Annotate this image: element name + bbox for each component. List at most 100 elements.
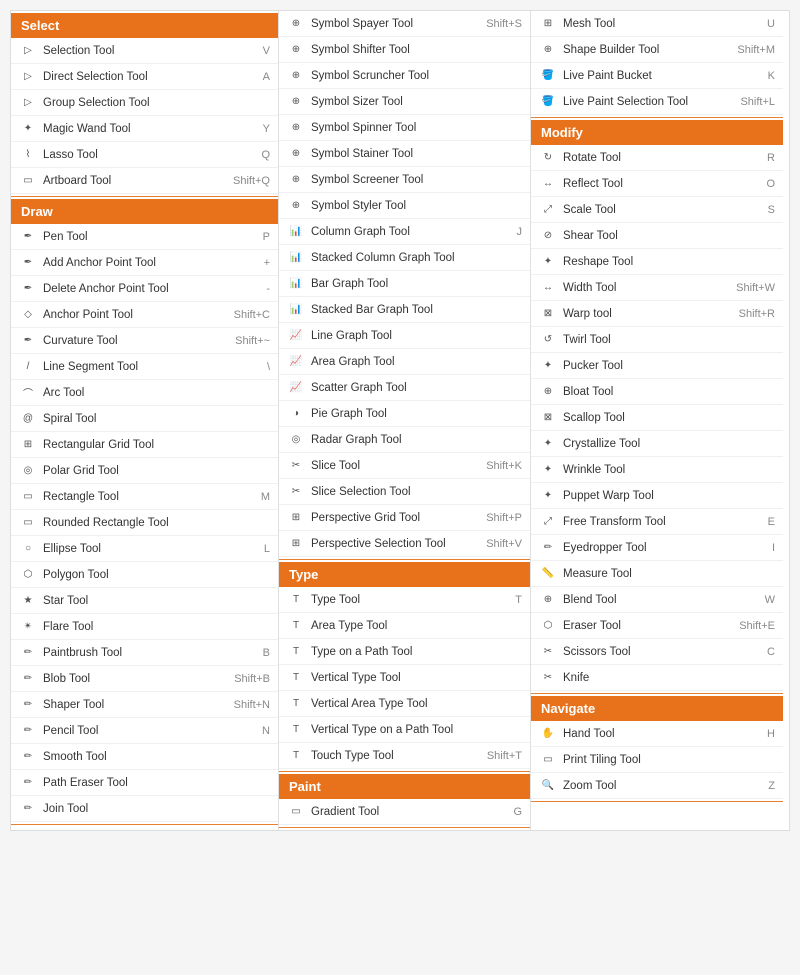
tool-item[interactable]: TVertical Type on a Path Tool (279, 717, 530, 743)
tool-item[interactable]: ▭Rectangle ToolM (11, 484, 278, 510)
tool-item[interactable]: ✋Hand ToolH (531, 721, 783, 747)
tool-item[interactable]: ⊕Symbol Styler Tool (279, 193, 530, 219)
tool-item[interactable]: ○Ellipse ToolL (11, 536, 278, 562)
tool-item[interactable]: ✏Blob ToolShift+B (11, 666, 278, 692)
tool-item[interactable]: ▭Gradient ToolG (279, 799, 530, 825)
tool-item[interactable]: ⊕Symbol Shifter Tool (279, 37, 530, 63)
tool-item[interactable]: TArea Type Tool (279, 613, 530, 639)
tool-item[interactable]: ⊠Scallop Tool (531, 405, 783, 431)
tool-item[interactable]: ▭Rounded Rectangle Tool (11, 510, 278, 536)
tool-item[interactable]: ✏Paintbrush ToolB (11, 640, 278, 666)
tool-item[interactable]: ⊘Shear Tool (531, 223, 783, 249)
tool-shortcut: E (768, 516, 775, 528)
tool-item[interactable]: ✂Slice Selection Tool (279, 479, 530, 505)
tool-item[interactable]: ⊕Symbol Stainer Tool (279, 141, 530, 167)
tool-item[interactable]: 📏Measure Tool (531, 561, 783, 587)
tool-item[interactable]: ✒Delete Anchor Point Tool- (11, 276, 278, 302)
tool-shortcut: M (261, 491, 270, 503)
tool-shortcut: Shift+S (486, 18, 522, 30)
tool-item[interactable]: ▷Group Selection Tool (11, 90, 278, 116)
tool-item[interactable]: ✏Pencil ToolN (11, 718, 278, 744)
tool-name: Column Graph Tool (311, 226, 513, 238)
tool-item[interactable]: @Spiral Tool (11, 406, 278, 432)
tool-item[interactable]: ⊕Symbol Scruncher Tool (279, 63, 530, 89)
tool-item[interactable]: ⊕Shape Builder ToolShift+M (531, 37, 783, 63)
tool-item[interactable]: ⊞Perspective Grid ToolShift+P (279, 505, 530, 531)
tool-item[interactable]: ◎Radar Graph Tool (279, 427, 530, 453)
tool-icon: ↻ (539, 149, 557, 167)
tool-item[interactable]: ⊠Warp toolShift+R (531, 301, 783, 327)
tool-item[interactable]: TVertical Type Tool (279, 665, 530, 691)
tool-item[interactable]: ◑Pie Graph Tool (279, 401, 530, 427)
tool-shortcut: Shift+R (739, 308, 775, 320)
tool-item[interactable]: 📈Line Graph Tool (279, 323, 530, 349)
tool-item[interactable]: ✏Path Eraser Tool (11, 770, 278, 796)
tool-item[interactable]: 🪣Live Paint BucketK (531, 63, 783, 89)
tool-item[interactable]: 📊Bar Graph Tool (279, 271, 530, 297)
tool-name: Pucker Tool (563, 360, 775, 372)
tool-item[interactable]: ⊕Symbol Spinner Tool (279, 115, 530, 141)
tool-shortcut: U (767, 18, 775, 30)
tool-item[interactable]: ▷Selection ToolV (11, 38, 278, 64)
tool-item[interactable]: ⊞Mesh ToolU (531, 11, 783, 37)
tool-item[interactable]: ⌒Arc Tool (11, 380, 278, 406)
tool-item[interactable]: ✦Wrinkle Tool (531, 457, 783, 483)
tool-item[interactable]: ↺Twirl Tool (531, 327, 783, 353)
tool-item[interactable]: ★Star Tool (11, 588, 278, 614)
tool-item[interactable]: ✒Add Anchor Point Tool+ (11, 250, 278, 276)
tool-item[interactable]: TVertical Area Type Tool (279, 691, 530, 717)
tool-item[interactable]: ↻Rotate ToolR (531, 145, 783, 171)
tool-item[interactable]: ◇Anchor Point ToolShift+C (11, 302, 278, 328)
tool-item[interactable]: ⊕Symbol Screener Tool (279, 167, 530, 193)
tool-item[interactable]: ✦Reshape Tool (531, 249, 783, 275)
tool-item[interactable]: ✂Slice ToolShift+K (279, 453, 530, 479)
tool-item[interactable]: ⊞Perspective Selection ToolShift+V (279, 531, 530, 557)
tool-item[interactable]: ✂Scissors ToolC (531, 639, 783, 665)
tool-item[interactable]: ▷Direct Selection ToolA (11, 64, 278, 90)
tool-item[interactable]: /Line Segment Tool\ (11, 354, 278, 380)
tool-item[interactable]: 🪣Live Paint Selection ToolShift+L (531, 89, 783, 115)
tool-item[interactable]: ⬡Eraser ToolShift+E (531, 613, 783, 639)
tool-item[interactable]: ✴Flare Tool (11, 614, 278, 640)
tool-item[interactable]: ✦Crystallize Tool (531, 431, 783, 457)
tool-item[interactable]: ✏Smooth Tool (11, 744, 278, 770)
tool-item[interactable]: 📊Stacked Column Graph Tool (279, 245, 530, 271)
tool-name: Vertical Type Tool (311, 672, 522, 684)
tool-item[interactable]: ✂Knife (531, 665, 783, 691)
tool-item[interactable]: ✦Puppet Warp Tool (531, 483, 783, 509)
tool-item[interactable]: ⤢Free Transform ToolE (531, 509, 783, 535)
tool-item[interactable]: ⊕Blend ToolW (531, 587, 783, 613)
tool-item[interactable]: ↔Width ToolShift+W (531, 275, 783, 301)
tool-item[interactable]: ⊞Rectangular Grid Tool (11, 432, 278, 458)
tool-item[interactable]: ⊕Bloat Tool (531, 379, 783, 405)
tool-name: Rotate Tool (563, 152, 763, 164)
tool-item[interactable]: ⊕Symbol Sizer Tool (279, 89, 530, 115)
tool-item[interactable]: ✏Shaper ToolShift+N (11, 692, 278, 718)
tool-item[interactable]: ✒Curvature ToolShift+~ (11, 328, 278, 354)
tool-item[interactable]: ✏Join Tool (11, 796, 278, 822)
tool-item[interactable]: 🔍Zoom ToolZ (531, 773, 783, 799)
tool-item[interactable]: ◎Polar Grid Tool (11, 458, 278, 484)
tool-item[interactable]: 📊Column Graph ToolJ (279, 219, 530, 245)
tool-item[interactable]: ▭Print Tiling Tool (531, 747, 783, 773)
tool-item[interactable]: ▭Artboard ToolShift+Q (11, 168, 278, 194)
tool-item[interactable]: ✦Magic Wand ToolY (11, 116, 278, 142)
tool-item[interactable]: ⌇Lasso ToolQ (11, 142, 278, 168)
tool-item[interactable]: 📊Stacked Bar Graph Tool (279, 297, 530, 323)
tool-name: Magic Wand Tool (43, 123, 259, 135)
tool-item[interactable]: ✒Pen ToolP (11, 224, 278, 250)
tool-item[interactable]: 📈Area Graph Tool (279, 349, 530, 375)
tool-name: Flare Tool (43, 621, 270, 633)
tool-item[interactable]: ✦Pucker Tool (531, 353, 783, 379)
tool-item[interactable]: ⬡Polygon Tool (11, 562, 278, 588)
tool-item[interactable]: TType ToolT (279, 587, 530, 613)
tool-item[interactable]: ↔Reflect ToolO (531, 171, 783, 197)
tool-item[interactable]: TTouch Type ToolShift+T (279, 743, 530, 769)
tool-item[interactable]: 📈Scatter Graph Tool (279, 375, 530, 401)
tool-shortcut: \ (267, 361, 270, 373)
tool-item[interactable]: ✏Eyedropper ToolI (531, 535, 783, 561)
tool-item[interactable]: ⤢Scale ToolS (531, 197, 783, 223)
tool-item[interactable]: TType on a Path Tool (279, 639, 530, 665)
tool-item[interactable]: ⊕Symbol Spayer ToolShift+S (279, 11, 530, 37)
tool-name: Curvature Tool (43, 335, 231, 347)
